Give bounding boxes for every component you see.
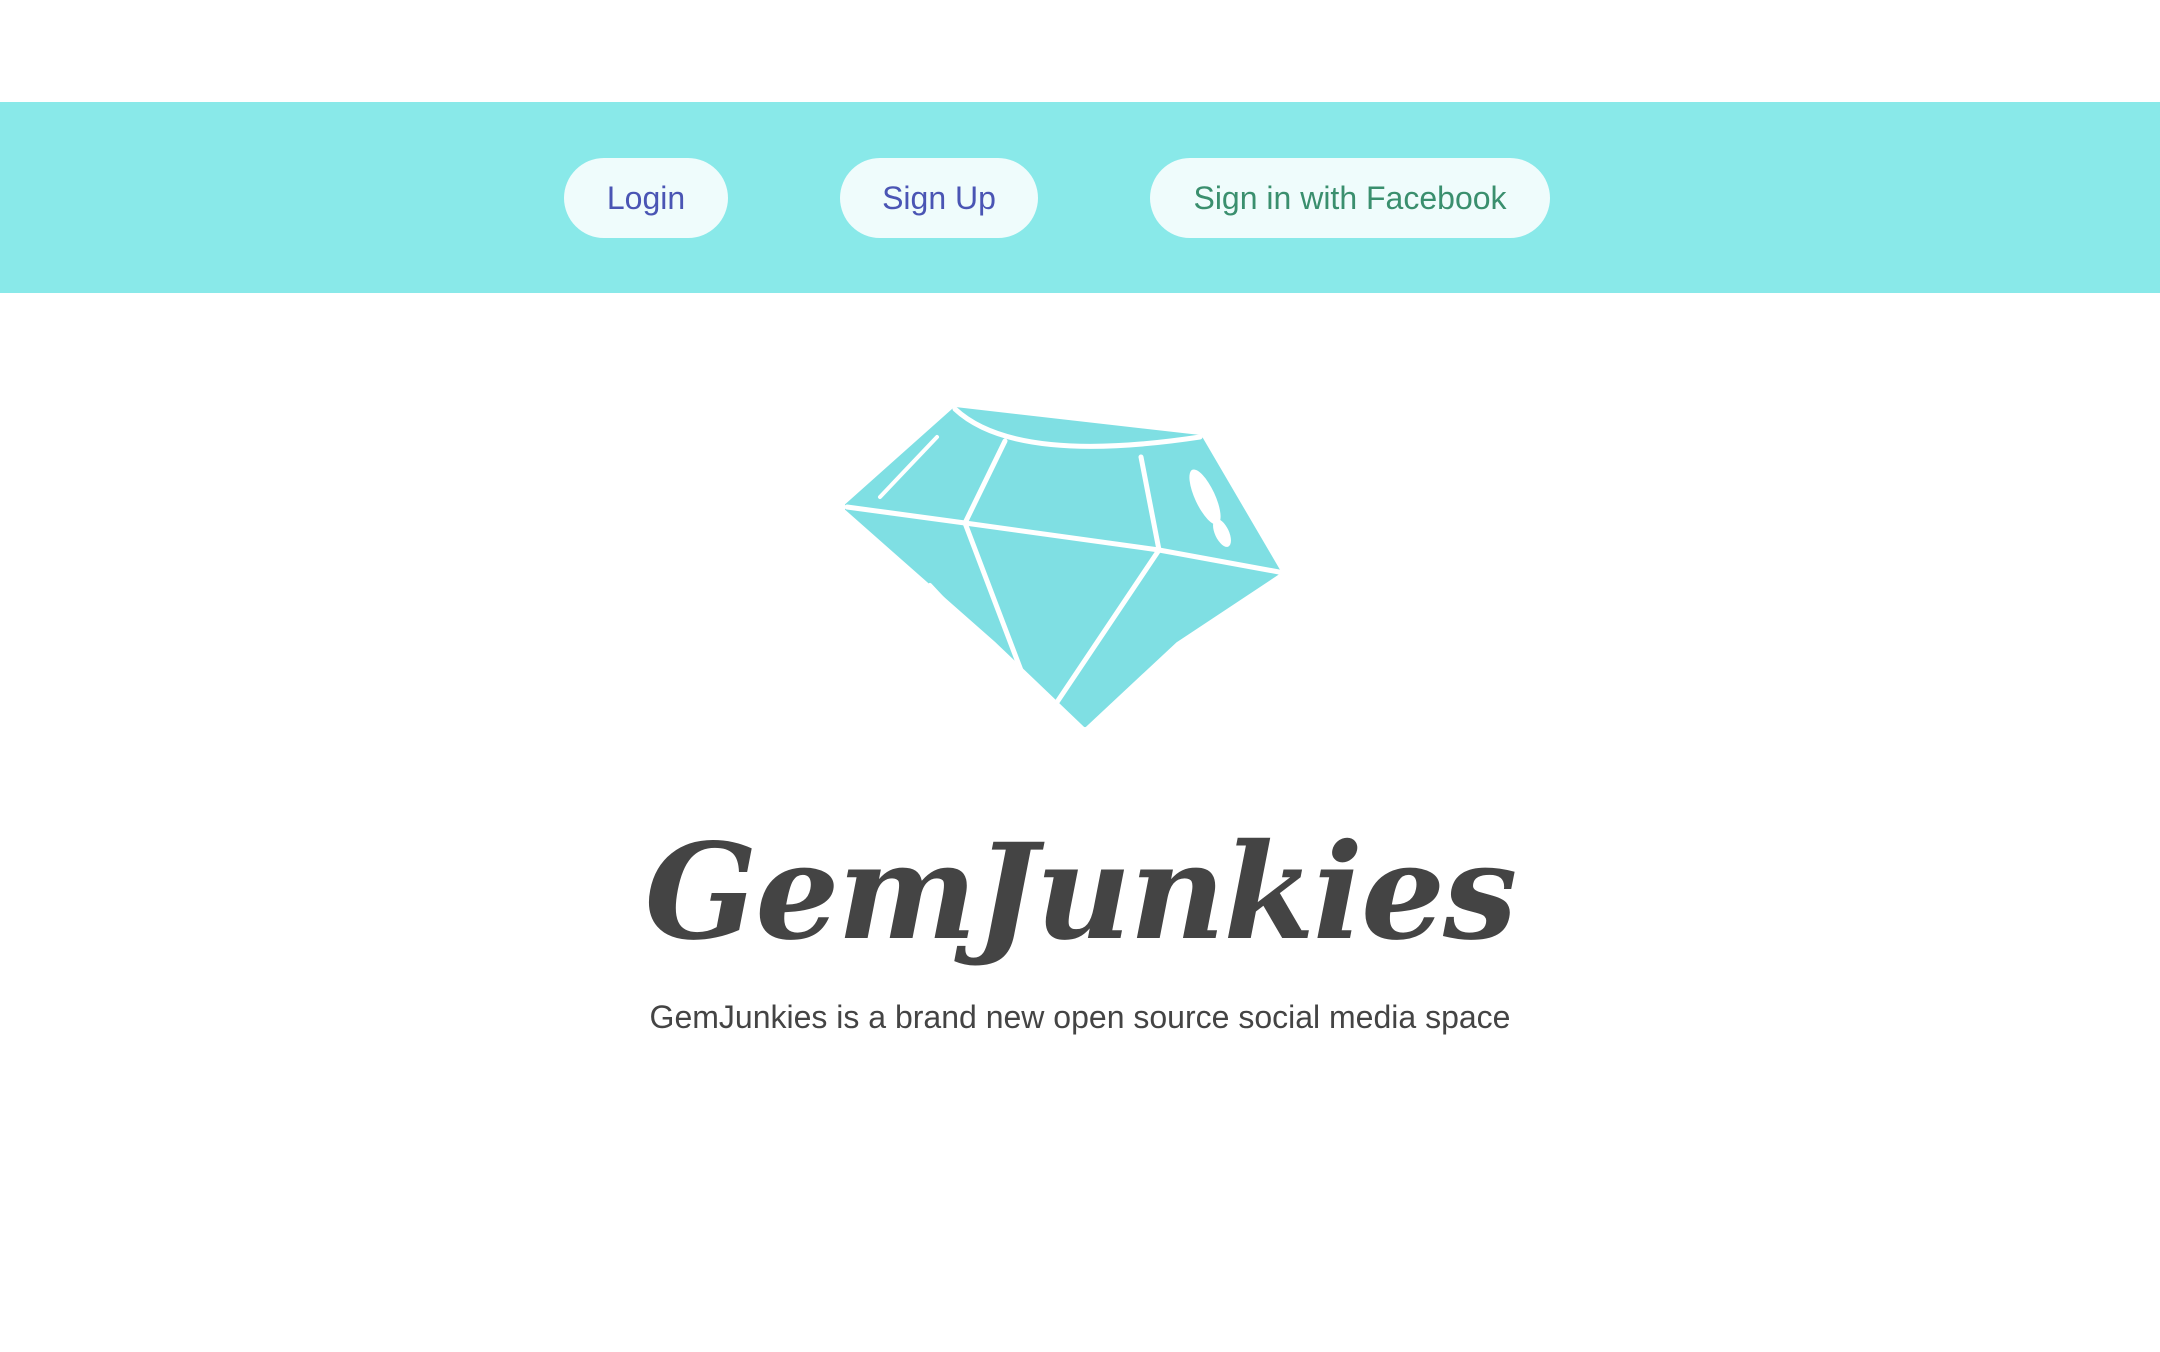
sign-up-button[interactable]: Sign Up <box>840 158 1038 238</box>
brand-title: GemJunkies <box>644 815 1518 970</box>
diamond-icon <box>845 406 1282 727</box>
facebook-sign-in-button[interactable]: Sign in with Facebook <box>1150 158 1550 238</box>
hero-section: GemJunkies GemJunkies is a brand new ope… <box>0 293 2160 1352</box>
top-navbar: Login Sign Up Sign in with Facebook <box>0 102 2160 293</box>
tagline: GemJunkies is a brand new open source so… <box>649 999 1511 1035</box>
login-button[interactable]: Login <box>564 158 728 238</box>
page: Login Sign Up Sign in with Facebook GemJ… <box>0 0 2160 1352</box>
